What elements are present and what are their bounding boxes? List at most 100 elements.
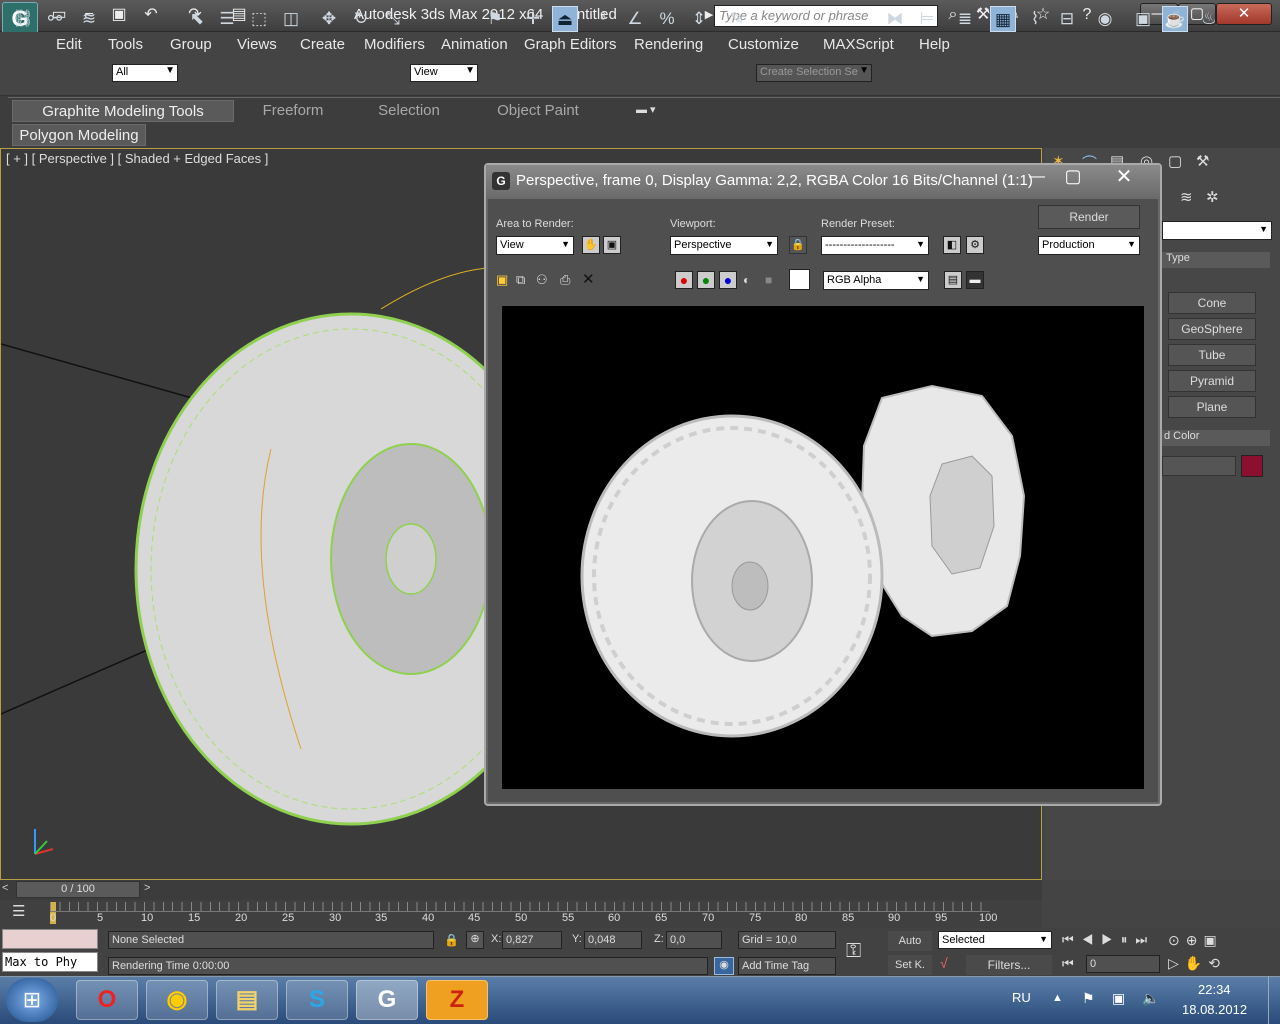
reference-coordinate-dropdown[interactable]: View ▼: [410, 64, 478, 82]
named-selection-dropdown[interactable]: Create Selection Se ▼: [756, 64, 872, 82]
menu-help[interactable]: Help: [919, 36, 950, 53]
material-editor-icon[interactable]: ◉: [1092, 6, 1118, 32]
keyboard-shortcut-override-icon[interactable]: ⏏: [552, 6, 578, 32]
filezilla-icon[interactable]: Z: [426, 980, 488, 1020]
object-color-swatch[interactable]: [1241, 455, 1263, 477]
menu-rendering[interactable]: Rendering: [634, 36, 703, 53]
render-production-icon[interactable]: ♨: [1196, 6, 1222, 32]
name-and-color-rollout[interactable]: d Color: [1162, 430, 1270, 446]
absolute-mode-icon[interactable]: ⊕: [466, 931, 484, 949]
menu-group[interactable]: Group: [170, 36, 212, 53]
toggle-ui-icon[interactable]: ▬: [966, 271, 984, 289]
unlink-icon[interactable]: ⚯: [42, 6, 68, 32]
align-icon[interactable]: ⊨: [914, 6, 940, 32]
playback-controls-icon[interactable]: ⏮◀▶⏸⏭: [1062, 932, 1155, 948]
pyramid-button[interactable]: Pyramid: [1168, 370, 1256, 392]
action-center-flag-icon[interactable]: ⚑: [1082, 990, 1095, 1007]
render-setup-icon[interactable]: ▣: [1130, 6, 1156, 32]
cone-button[interactable]: Cone: [1168, 292, 1256, 314]
time-tag-icon[interactable]: ◉: [714, 957, 734, 975]
start-button[interactable]: ⊞: [6, 978, 58, 1022]
blue-channel-icon[interactable]: ●: [719, 271, 737, 289]
key-mode-toggle-icon[interactable]: ⏮: [1062, 956, 1074, 972]
menu-graph-editors[interactable]: Graph Editors: [524, 36, 617, 53]
production-dropdown[interactable]: Production ▼: [1038, 236, 1140, 255]
clock-time[interactable]: 22:34: [1198, 982, 1231, 997]
show-hidden-icons-icon[interactable]: ▲: [1052, 992, 1063, 1004]
select-and-move-icon[interactable]: ✥: [316, 6, 342, 32]
tab-object-paint[interactable]: Object Paint: [478, 100, 598, 122]
chrome-icon[interactable]: ◉: [146, 980, 208, 1020]
color-swatch[interactable]: [789, 269, 810, 290]
render-close-button[interactable]: ✕: [1100, 164, 1148, 188]
display-tab-icon[interactable]: ▢: [1168, 152, 1182, 170]
select-and-rotate-icon[interactable]: ↻: [348, 6, 374, 32]
select-object-icon[interactable]: ⬉: [184, 6, 210, 32]
menu-create[interactable]: Create: [300, 36, 345, 53]
time-slider[interactable]: < 0 / 100 >: [0, 880, 1042, 900]
systems-icon[interactable]: ✲: [1206, 188, 1219, 206]
display-channel-dropdown[interactable]: RGB Alpha ▼: [823, 271, 929, 290]
set-key-icon[interactable]: ⚿: [846, 940, 861, 963]
explorer-folder-icon[interactable]: ▤: [216, 980, 278, 1020]
mini-curve-editor-icon[interactable]: ☰: [12, 902, 25, 920]
ribbon-options-icon[interactable]: ▬ ▾: [636, 103, 656, 116]
tab-selection[interactable]: Selection: [356, 100, 462, 122]
auto-region-icon[interactable]: ▣: [603, 236, 621, 254]
tab-freeform[interactable]: Freeform: [240, 100, 346, 122]
select-by-name-icon[interactable]: ☰: [214, 6, 240, 32]
volume-icon[interactable]: 🔈: [1142, 990, 1159, 1007]
y-coordinate-input[interactable]: 0,048: [584, 931, 642, 949]
render-viewport-dropdown[interactable]: Perspective ▼: [670, 236, 778, 255]
geosphere-button[interactable]: GeoSphere: [1168, 318, 1256, 340]
curve-editor-icon[interactable]: ⌇: [1022, 6, 1048, 32]
layer-manager-icon[interactable]: ≣: [952, 6, 978, 32]
graphite-toggle-icon[interactable]: ▦: [990, 6, 1016, 32]
object-type-rollout[interactable]: Type: [1162, 252, 1270, 268]
prev-frame-icon[interactable]: <: [2, 882, 8, 894]
set-key-button[interactable]: Set K.: [888, 955, 932, 975]
render-minimize-button[interactable]: —: [1022, 168, 1052, 190]
clone-frame-icon[interactable]: ⚇: [536, 272, 548, 288]
plane-button[interactable]: Plane: [1168, 396, 1256, 418]
menu-tools[interactable]: Tools: [108, 36, 143, 53]
key-filters-button[interactable]: Filters...: [966, 955, 1052, 975]
pivot-center-icon[interactable]: ⚑: [482, 6, 508, 32]
menu-edit[interactable]: Edit: [56, 36, 82, 53]
angle-snap-icon[interactable]: ∠: [622, 6, 648, 32]
maxscript-mini-listener-pink[interactable]: [2, 929, 98, 949]
area-to-render-dropdown[interactable]: View ▼: [496, 236, 574, 255]
render-maximize-button[interactable]: ▢: [1058, 166, 1088, 188]
toggle-ui-overlay-icon[interactable]: ▤: [944, 271, 962, 289]
menu-maxscript[interactable]: MAXScript: [823, 36, 894, 53]
primitive-category-dropdown[interactable]: ▼: [1162, 221, 1272, 240]
render-button[interactable]: Render: [1038, 205, 1140, 229]
next-frame-icon[interactable]: >: [144, 882, 150, 894]
input-language[interactable]: RU: [1012, 990, 1031, 1005]
spinner-snap-icon[interactable]: ⇕: [686, 6, 712, 32]
undo-icon[interactable]: ↶: [140, 5, 162, 25]
edit-region-icon[interactable]: ✋: [582, 236, 600, 254]
save-image-icon[interactable]: ▣: [496, 272, 508, 288]
schematic-view-icon[interactable]: ⊟: [1054, 6, 1080, 32]
print-image-icon[interactable]: ⎙: [560, 272, 570, 288]
bind-space-warp-icon[interactable]: ≋: [76, 6, 102, 32]
red-channel-icon[interactable]: ●: [675, 271, 693, 289]
key-mode-icon[interactable]: √: [940, 955, 948, 971]
monochrome-icon[interactable]: ■: [765, 273, 772, 287]
menu-modifiers[interactable]: Modifiers: [364, 36, 425, 53]
opera-icon[interactable]: O: [76, 980, 138, 1020]
viewport-label[interactable]: [ + ] [ Perspective ] [ Shaded + Edged F…: [6, 151, 268, 166]
alpha-channel-icon[interactable]: ◐: [743, 273, 750, 287]
selection-lock-icon[interactable]: 🔒: [444, 933, 459, 947]
network-icon[interactable]: ▣: [1112, 990, 1125, 1007]
save-icon[interactable]: ▣: [108, 5, 130, 25]
render-setup-small-icon[interactable]: ◧: [943, 236, 961, 254]
utilities-tab-icon[interactable]: ⚒: [1196, 152, 1209, 170]
add-time-tag[interactable]: Add Time Tag: [738, 957, 836, 975]
selection-filter-dropdown[interactable]: All ▼: [112, 64, 178, 82]
percent-snap-icon[interactable]: %: [654, 6, 680, 32]
viewport-nav-icons[interactable]: ⊙⊕▣: [1168, 932, 1223, 949]
menu-views[interactable]: Views: [237, 36, 277, 53]
rectangular-selection-icon[interactable]: ⬚: [246, 6, 272, 32]
